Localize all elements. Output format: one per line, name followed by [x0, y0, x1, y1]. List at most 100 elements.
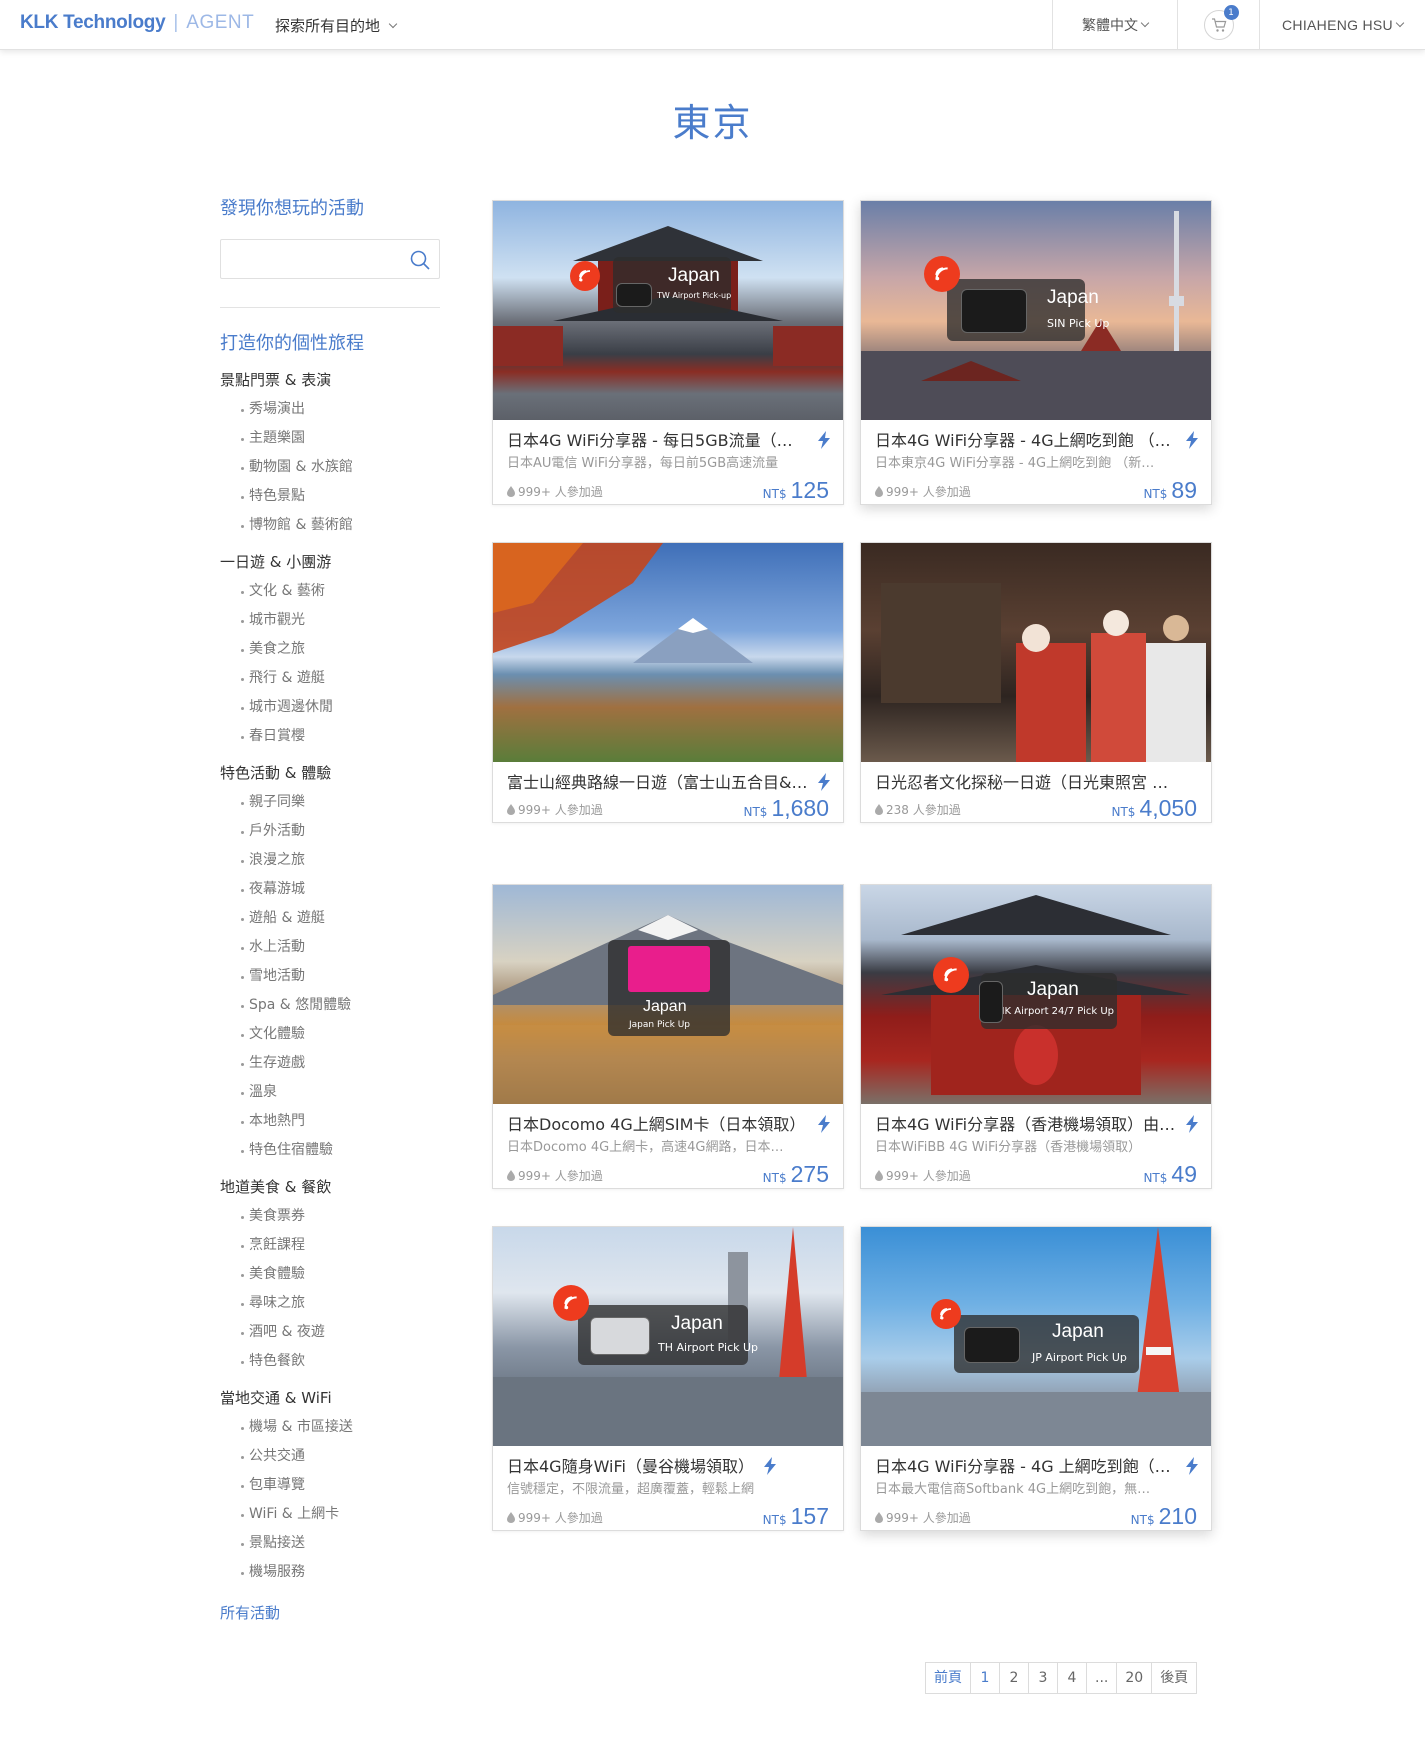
category-item[interactable]: 文化 & 藝術 [220, 577, 440, 606]
next-page-button[interactable]: 後頁 [1151, 1663, 1196, 1693]
price-amount: 49 [1171, 1161, 1197, 1187]
build-trip-heading: 打造你的個性旅程 [220, 333, 364, 354]
overlay-subtitle: JP Airport Pick Up [1032, 1351, 1127, 1364]
category-item[interactable]: 烹飪課程 [220, 1231, 440, 1260]
flame-icon [875, 1170, 883, 1181]
product-card[interactable]: Japan TW Airport Pick-up 日本4G WiFi分享器 - … [492, 200, 844, 505]
category-item[interactable]: 遊船 & 遊艇 [220, 904, 440, 933]
page-title: 東京 [672, 101, 753, 145]
category-item[interactable]: 夜幕游城 [220, 875, 440, 904]
participants: 999+ 人參加過 [875, 1509, 971, 1530]
category-item[interactable]: 特色住宿體驗 [220, 1136, 440, 1165]
card-title: 富士山經典路線一日遊（富士山五合目&… [507, 773, 807, 792]
category-item[interactable]: 飛行 & 遊艇 [220, 664, 440, 693]
card-footer: 999+ 人參加過 NT$ 210 [875, 1500, 1197, 1530]
cart-icon [1211, 17, 1226, 32]
wifi-icon [570, 261, 600, 291]
category-item[interactable]: 動物園 & 水族館 [220, 453, 440, 482]
all-activities-link[interactable]: 所有活動 [220, 1599, 440, 1627]
category-item[interactable]: Spa & 悠閒體驗 [220, 991, 440, 1020]
instant-confirm-icon [818, 1115, 830, 1133]
category-item[interactable]: 城市週邊休閒 [220, 693, 440, 722]
prev-page-button[interactable]: 前頁 [926, 1663, 970, 1693]
category-title[interactable]: 景點門票 & 表演 [220, 366, 440, 395]
language-selector[interactable]: 繁體中文 [1052, 0, 1177, 50]
category-item[interactable]: 美食之旅 [220, 635, 440, 664]
explore-destinations-dropdown[interactable]: 探索所有目的地 [275, 15, 398, 36]
product-card[interactable]: Japan SIN Pick Up 日本4G WiFi分享器 - 4G上網吃到飽… [860, 200, 1212, 505]
category-item[interactable]: 城市觀光 [220, 606, 440, 635]
participants-count: 999+ 人參加過 [518, 803, 603, 817]
card-footer: 999+ 人參加過 NT$ 1,680 [507, 792, 829, 822]
card-subtitle: 信號穩定，不限流量，超廣覆蓋，輕鬆上網 [507, 1482, 755, 1497]
language-label: 繁體中文 [1082, 18, 1138, 34]
category-item[interactable]: 美食體驗 [220, 1260, 440, 1289]
category-item[interactable]: 浪漫之旅 [220, 846, 440, 875]
category-item[interactable]: 文化體驗 [220, 1020, 440, 1049]
category-item[interactable]: 包車導覽 [220, 1471, 440, 1500]
price: NT$ 89 [1143, 477, 1197, 504]
category-group: 當地交通 & WiFi 機場 & 市區接送 公共交通 包車導覽 WiFi & 上… [220, 1384, 440, 1587]
category-item[interactable]: 溫泉 [220, 1078, 440, 1107]
page-button[interactable]: 2 [999, 1663, 1028, 1693]
product-card[interactable]: Japan JP Airport Pick Up 日本4G WiFi分享器 - … [860, 1226, 1212, 1531]
category-item[interactable]: WiFi & 上網卡 [220, 1500, 440, 1529]
category-title[interactable]: 一日遊 & 小團游 [220, 548, 440, 577]
overlay-title: Japan [1052, 1321, 1104, 1342]
category-item[interactable]: 機場 & 市區接送 [220, 1413, 440, 1442]
category-item[interactable]: 博物館 & 藝術館 [220, 511, 440, 540]
product-card[interactable]: 富士山經典路線一日遊（富士山五合目&… 999+ 人參加過 NT$ 1,680 [492, 542, 844, 823]
flame-icon [875, 1512, 883, 1523]
participants: 238 人參加過 [875, 801, 961, 822]
category-item[interactable]: 機場服務 [220, 1558, 440, 1587]
category-item[interactable]: 特色景點 [220, 482, 440, 511]
wifi-device-image [979, 981, 1003, 1023]
category-item[interactable]: 生存遊戲 [220, 1049, 440, 1078]
category-title[interactable]: 地道美食 & 餐飲 [220, 1173, 440, 1202]
search-input[interactable] [221, 240, 401, 278]
category-item[interactable]: 景點接送 [220, 1529, 440, 1558]
overlay-title: Japan [1047, 287, 1099, 308]
category-title[interactable]: 當地交通 & WiFi [220, 1384, 440, 1413]
card-body: 日本4G隨身WiFi（曼谷機場領取） 信號穩定，不限流量，超廣覆蓋，輕鬆上網 9… [493, 1446, 843, 1530]
cart-button[interactable]: 1 [1177, 0, 1259, 50]
user-menu[interactable]: CHIAHENG HSU [1259, 0, 1425, 50]
product-card[interactable]: Japan TH Airport Pick Up 日本4G隨身WiFi（曼谷機場… [492, 1226, 844, 1531]
product-card[interactable]: Japan Japan Pick Up 日本Docomo 4G上網SIM卡（日本… [492, 884, 844, 1189]
category-item[interactable]: 尋味之旅 [220, 1289, 440, 1318]
activity-search [220, 239, 440, 279]
header-right-group: 繁體中文 1 CHIAHENG HSU [1052, 0, 1425, 50]
category-item[interactable]: 水上活動 [220, 933, 440, 962]
search-icon[interactable] [409, 249, 431, 271]
wifi-icon [933, 957, 969, 993]
category-item[interactable]: 戶外活動 [220, 817, 440, 846]
page-button[interactable]: 20 [1116, 1663, 1151, 1693]
flame-icon [507, 1512, 515, 1523]
product-card[interactable]: 日光忍者文化探秘一日遊（日光東照宮 … 238 人參加過 NT$ 4,050 [860, 542, 1212, 823]
category-group: 特色活動 & 體驗 親子同樂 戶外活動 浪漫之旅 夜幕游城 遊船 & 遊艇 水上… [220, 759, 440, 1165]
card-title: 日本4G WiFi分享器 - 每日5GB流量（… [507, 431, 793, 450]
card-title: 日本4G WiFi分享器 - 4G 上網吃到飽（… [875, 1457, 1171, 1476]
category-item[interactable]: 公共交通 [220, 1442, 440, 1471]
category-item[interactable]: 主題樂園 [220, 424, 440, 453]
category-item[interactable]: 秀場演出 [220, 395, 440, 424]
page-button[interactable]: 4 [1057, 1663, 1086, 1693]
overlay-title: Japan [1027, 979, 1079, 1000]
product-card[interactable]: Japan HK Airport 24/7 Pick Up 日本4G WiFi分… [860, 884, 1212, 1189]
category-item[interactable]: 親子同樂 [220, 788, 440, 817]
top-nav-bar: KLK Technology | AGENT 探索所有目的地 繁體中文 1 CH… [0, 0, 1425, 50]
price: NT$ 275 [763, 1161, 829, 1188]
klk-agent-logo[interactable]: KLK Technology | AGENT [20, 12, 254, 34]
category-item[interactable]: 酒吧 & 夜遊 [220, 1318, 440, 1347]
category-item[interactable]: 本地熱門 [220, 1107, 440, 1136]
flame-icon [875, 804, 883, 815]
category-item[interactable]: 春日賞櫻 [220, 722, 440, 751]
logo-separator: | [173, 12, 179, 33]
page-button[interactable]: 3 [1028, 1663, 1057, 1693]
page-button[interactable]: 1 [970, 1663, 999, 1693]
category-item[interactable]: 特色餐飲 [220, 1347, 440, 1376]
category-title[interactable]: 特色活動 & 體驗 [220, 759, 440, 788]
category-item[interactable]: 雪地活動 [220, 962, 440, 991]
category-item[interactable]: 美食票券 [220, 1202, 440, 1231]
flame-icon [507, 1170, 515, 1181]
